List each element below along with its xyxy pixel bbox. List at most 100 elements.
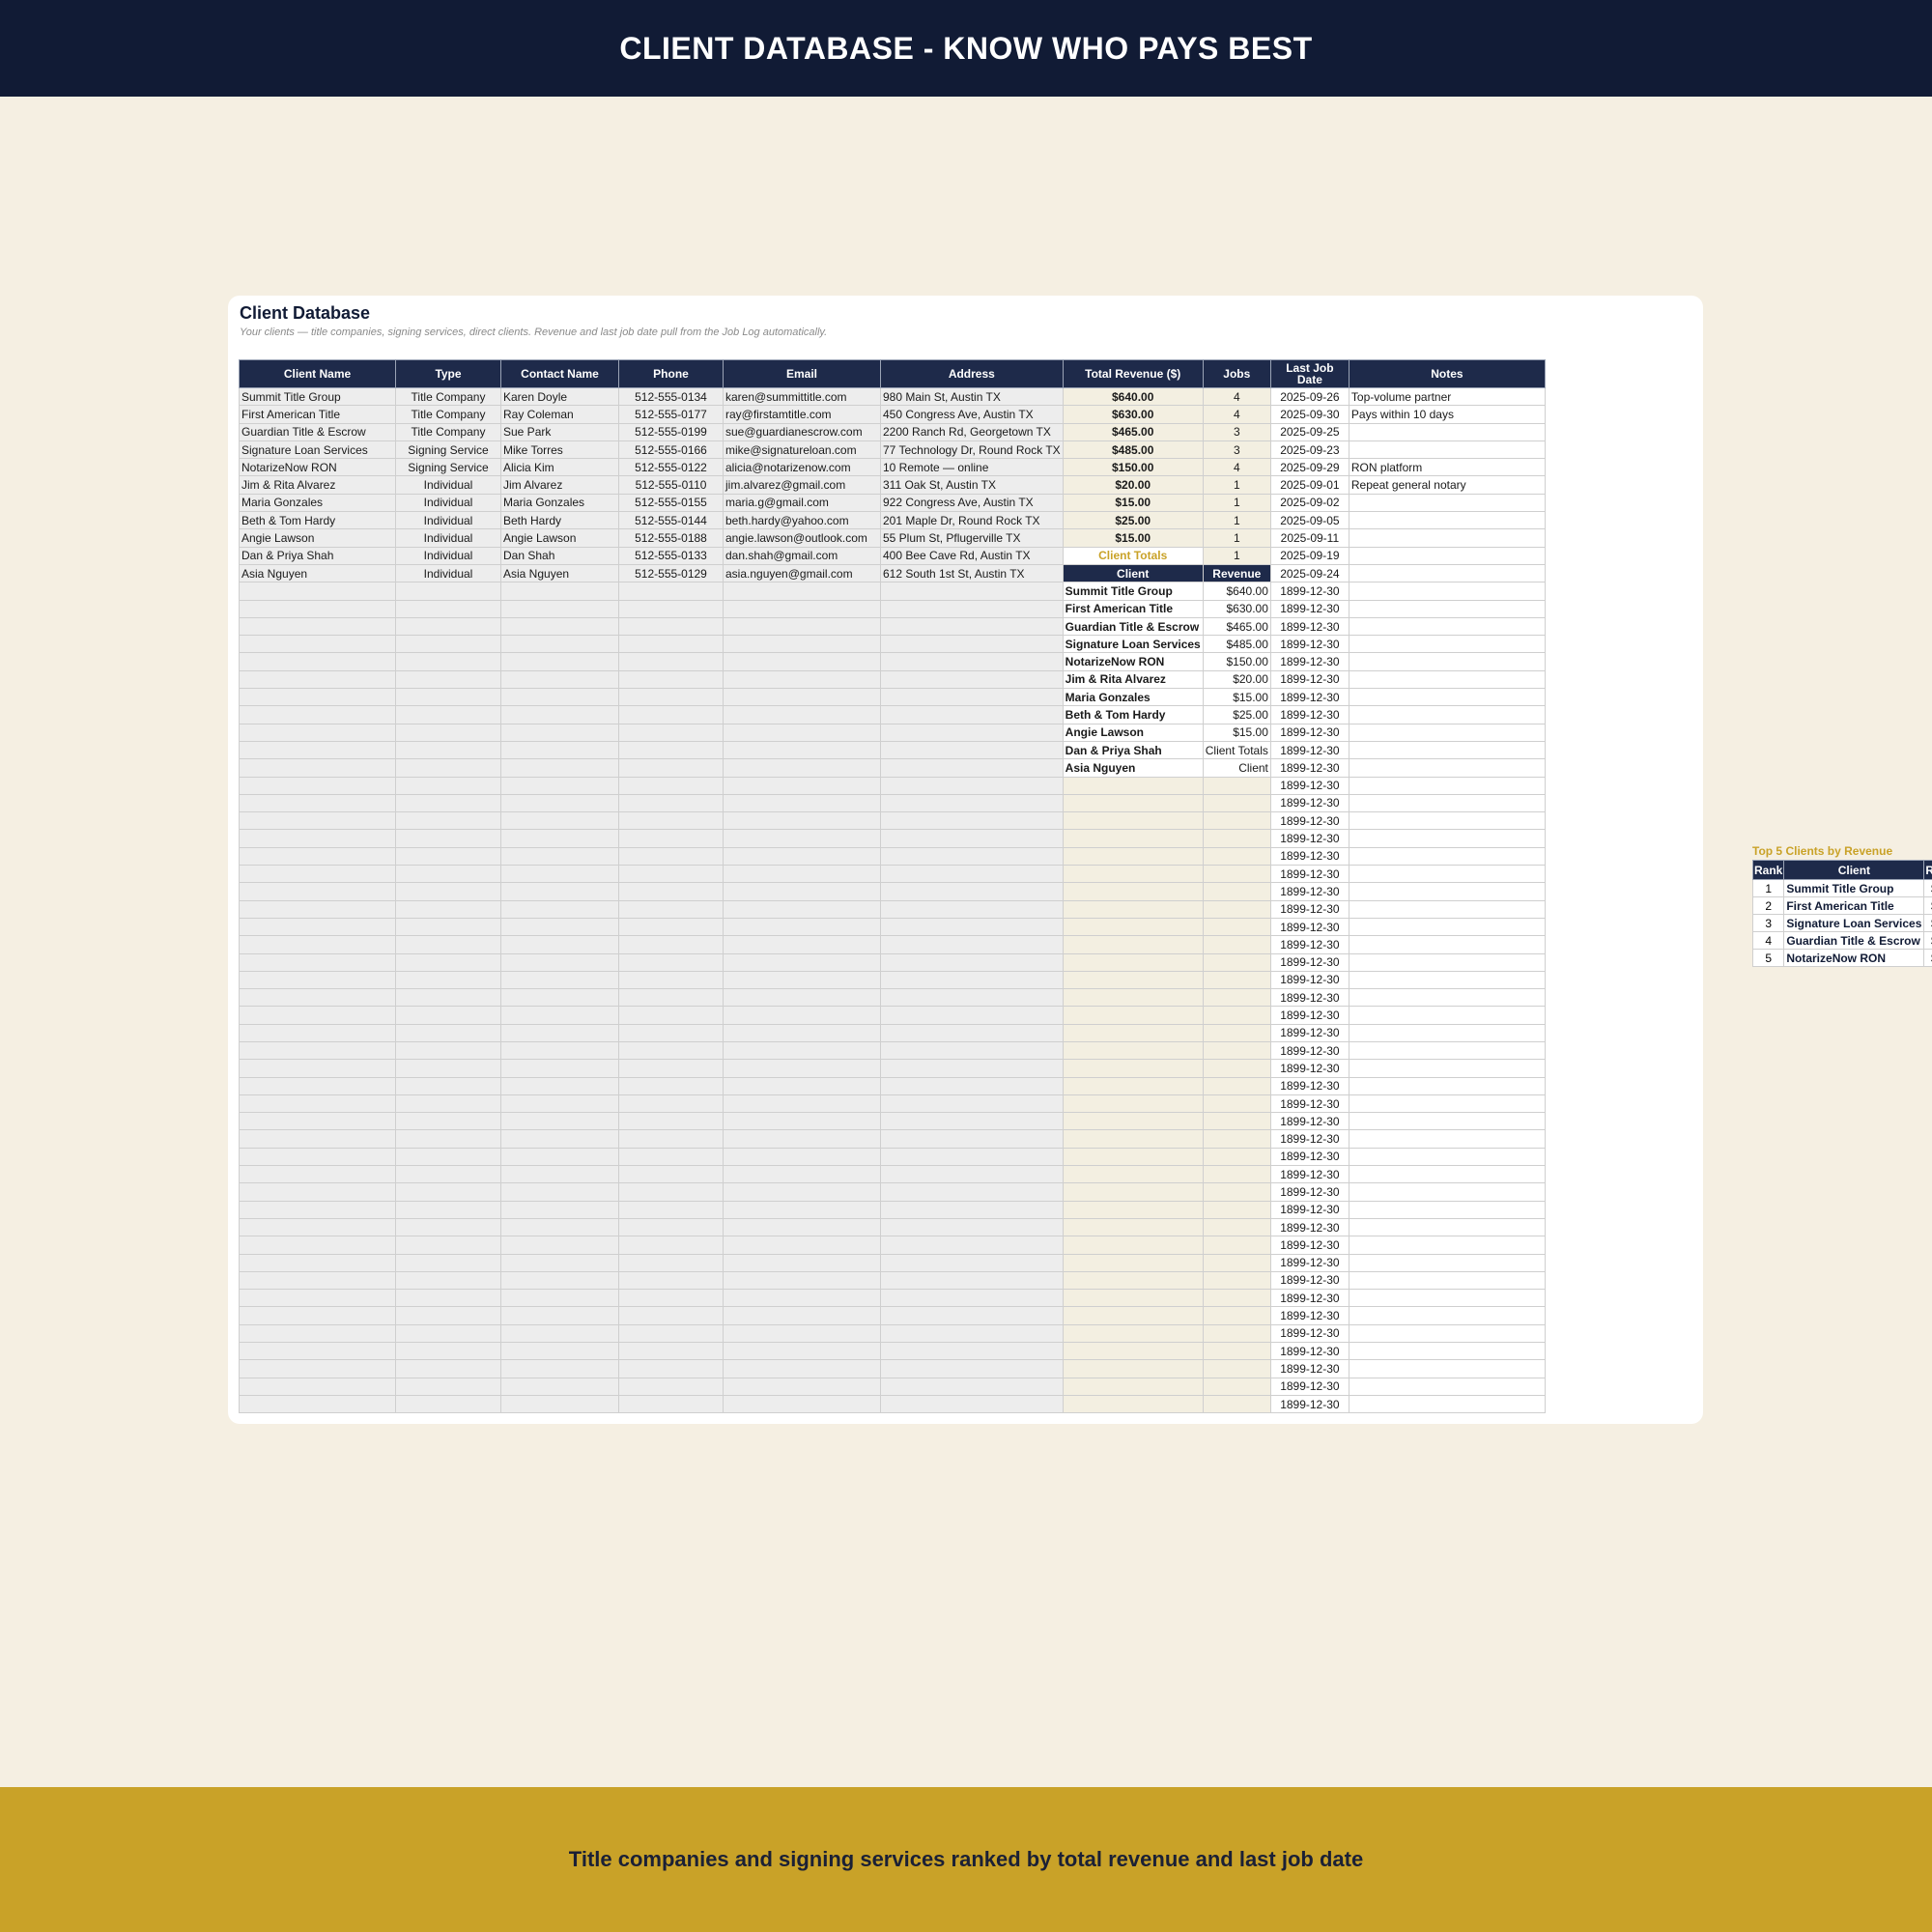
empty-cell[interactable] (239, 705, 396, 724)
empty-cell[interactable] (500, 793, 619, 813)
empty-cell[interactable] (500, 970, 619, 990)
last-job-date-cell[interactable]: 1899-12-30 (1269, 1236, 1350, 1255)
top5-client[interactable]: Signature Loan Services (1783, 914, 1925, 932)
empty-cell[interactable] (618, 1394, 724, 1414)
last-job-date-cell[interactable]: 1899-12-30 (1269, 1076, 1350, 1095)
last-job-date-cell[interactable]: 1899-12-30 (1269, 616, 1350, 637)
empty-cell[interactable] (239, 1059, 396, 1078)
empty-cell[interactable] (239, 1165, 396, 1184)
contact-cell[interactable]: Mike Torres (500, 440, 619, 460)
empty-cell[interactable] (500, 740, 619, 760)
address-cell[interactable]: 612 South 1st St, Austin TX (880, 563, 1064, 583)
top5-rank[interactable]: 5 (1751, 949, 1785, 967)
empty-cell[interactable] (723, 952, 881, 972)
last-job-date-cell[interactable]: 1899-12-30 (1269, 723, 1350, 742)
notes-cell[interactable] (1348, 865, 1546, 884)
email-cell[interactable]: beth.hardy@yahoo.com (723, 511, 881, 530)
empty-cell[interactable] (395, 1112, 501, 1131)
empty-cell[interactable] (239, 988, 396, 1008)
totals-revenue-cell[interactable]: $150.00 (1202, 652, 1271, 671)
empty-cell[interactable] (500, 1182, 619, 1202)
last-job-date-cell[interactable]: 1899-12-30 (1269, 1323, 1350, 1344)
notes-cell[interactable] (1348, 1253, 1546, 1272)
notes-cell[interactable] (1348, 970, 1546, 990)
empty-cell[interactable] (880, 1236, 1064, 1255)
empty-cell[interactable] (723, 1394, 881, 1414)
empty-cell[interactable] (395, 846, 501, 867)
last-job-date-cell[interactable]: 1899-12-30 (1269, 1200, 1350, 1219)
notes-cell[interactable] (1348, 1377, 1546, 1396)
empty-cell[interactable] (723, 1236, 881, 1255)
empty-cell[interactable] (395, 1129, 501, 1149)
empty-cell[interactable] (500, 1129, 619, 1149)
empty-cell[interactable] (618, 1270, 724, 1291)
empty-cell[interactable] (723, 688, 881, 707)
notes-cell[interactable] (1348, 917, 1546, 937)
empty-cell[interactable] (880, 935, 1064, 954)
empty-cell[interactable] (239, 935, 396, 954)
empty-cell[interactable] (395, 1236, 501, 1255)
empty-cell[interactable] (723, 616, 881, 637)
empty-cell[interactable] (618, 917, 724, 937)
empty-cell[interactable] (239, 1323, 396, 1344)
column-header[interactable]: Total Revenue ($) (1062, 359, 1204, 388)
totals-revenue-cell[interactable]: Client (1202, 758, 1271, 778)
notes-cell[interactable] (1348, 546, 1546, 565)
last-job-date-cell[interactable]: 1899-12-30 (1269, 1147, 1350, 1167)
type-cell[interactable]: Individual (395, 475, 501, 495)
totals-client-cell[interactable]: NotarizeNow RON (1062, 652, 1204, 671)
notes-cell[interactable] (1348, 528, 1546, 548)
totals-client-cell[interactable]: Jim & Rita Alvarez (1062, 669, 1204, 690)
top5-rank[interactable]: 4 (1751, 931, 1785, 950)
empty-cell[interactable] (395, 1217, 501, 1237)
empty-cell[interactable] (395, 652, 501, 671)
totals-client-cell[interactable]: Summit Title Group (1062, 582, 1204, 601)
empty-cell[interactable] (723, 882, 881, 901)
jobs-cell[interactable] (1202, 1253, 1271, 1272)
empty-cell[interactable] (239, 1094, 396, 1114)
empty-cell[interactable] (618, 988, 724, 1008)
empty-cell[interactable] (395, 582, 501, 601)
empty-cell[interactable] (723, 1059, 881, 1078)
notes-cell[interactable] (1348, 422, 1546, 441)
empty-cell[interactable] (395, 899, 501, 919)
type-cell[interactable]: Individual (395, 563, 501, 583)
empty-cell[interactable] (723, 758, 881, 778)
revenue-cell[interactable] (1062, 829, 1204, 848)
empty-cell[interactable] (618, 1006, 724, 1025)
empty-cell[interactable] (723, 723, 881, 742)
phone-cell[interactable]: 512-555-0155 (618, 493, 724, 513)
jobs-cell[interactable] (1202, 935, 1271, 954)
revenue-cell[interactable] (1062, 1289, 1204, 1308)
empty-cell[interactable] (500, 1342, 619, 1361)
empty-cell[interactable] (500, 669, 619, 690)
notes-cell[interactable] (1348, 1023, 1546, 1042)
last-job-date-cell[interactable]: 1899-12-30 (1269, 1359, 1350, 1378)
totals-revenue-cell[interactable]: $20.00 (1202, 669, 1271, 690)
jobs-cell[interactable]: 1 (1202, 475, 1271, 495)
empty-cell[interactable] (618, 1253, 724, 1272)
empty-cell[interactable] (880, 970, 1064, 990)
empty-cell[interactable] (880, 811, 1064, 831)
column-header[interactable]: Type (395, 359, 501, 388)
revenue-cell[interactable] (1062, 865, 1204, 884)
notes-cell[interactable] (1348, 1394, 1546, 1414)
email-cell[interactable]: mike@signatureloan.com (723, 440, 881, 460)
empty-cell[interactable] (723, 599, 881, 618)
empty-cell[interactable] (618, 582, 724, 601)
revenue-cell[interactable] (1062, 952, 1204, 972)
empty-cell[interactable] (880, 793, 1064, 813)
empty-cell[interactable] (618, 616, 724, 637)
last-job-date-cell[interactable]: 1899-12-30 (1269, 952, 1350, 972)
last-job-date-cell[interactable]: 1899-12-30 (1269, 988, 1350, 1008)
empty-cell[interactable] (395, 882, 501, 901)
notes-cell[interactable] (1348, 776, 1546, 795)
notes-cell[interactable] (1348, 1112, 1546, 1131)
jobs-cell[interactable] (1202, 1165, 1271, 1184)
empty-cell[interactable] (618, 899, 724, 919)
last-job-date-cell[interactable]: 1899-12-30 (1269, 1040, 1350, 1061)
empty-cell[interactable] (395, 811, 501, 831)
totals-revenue-cell[interactable]: $485.00 (1202, 635, 1271, 654)
notes-cell[interactable] (1348, 758, 1546, 778)
email-cell[interactable]: alicia@notarizenow.com (723, 458, 881, 477)
